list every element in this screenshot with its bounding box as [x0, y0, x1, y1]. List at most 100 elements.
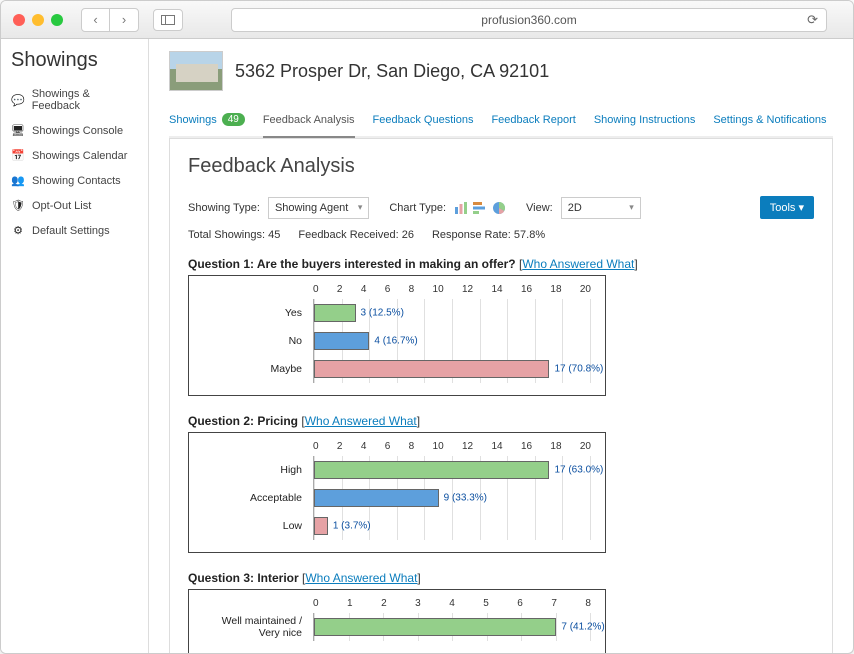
property-photo — [169, 51, 223, 91]
feedback-received: Feedback Received: 26 — [298, 229, 414, 241]
stats-row: Total Showings: 45 Feedback Received: 26… — [188, 229, 814, 241]
bar-value-label: 17 (63.0%) — [554, 465, 603, 476]
sidebar-item-opt-out-list[interactable]: 🛡 Opt-Out List — [1, 193, 148, 218]
bar-category-label: Yes — [204, 307, 308, 319]
desktop-icon: 🖥 — [11, 124, 25, 137]
chart-box: 02468101214161820Yes3 (12.5%)No4 (16.7%)… — [188, 275, 606, 396]
bar-category-label: Acceptable — [204, 492, 308, 504]
back-button[interactable]: ‹ — [82, 9, 110, 31]
bar-area: Yes3 (12.5%)No4 (16.7%)Maybe17 (70.8%) — [313, 299, 591, 383]
tab-settings-notifications[interactable]: Settings & Notifications — [713, 105, 826, 138]
sidebar-item-showings-calendar[interactable]: 📅 Showings Calendar — [1, 143, 148, 168]
refresh-icon[interactable]: ⟳ — [807, 12, 818, 28]
sidebar-item-label: Default Settings — [32, 225, 110, 237]
bar: 7 (41.2%) — [314, 618, 556, 636]
app-body: Showings 💬Showings & Feedback 🖥 Showings C… — [1, 39, 853, 653]
bar-row: Well maintained / Very nice7 (41.2%) — [314, 613, 591, 641]
x-axis-labels: 012345678 — [313, 598, 591, 609]
bar-row: Yes3 (12.5%) — [314, 299, 591, 327]
browser-window: ‹ › profusion360.com ⟳ Showings 💬Showing… — [0, 0, 854, 654]
nav-buttons: ‹ › — [81, 8, 139, 32]
tab-feedback-report[interactable]: Feedback Report — [491, 105, 575, 138]
tab-bar: Showings 49 Feedback Analysis Feedback Ques… — [169, 105, 833, 138]
minimize-window-icon[interactable] — [32, 14, 44, 26]
showing-type-select[interactable]: Showing Agent — [268, 197, 369, 219]
bar: 17 (70.8%) — [314, 360, 549, 378]
bar-value-label: 1 (3.7%) — [333, 521, 371, 532]
x-axis-labels: 02468101214161820 — [313, 284, 591, 295]
question-block-3: Question 3: Interior [Who Answered What]… — [188, 571, 814, 653]
tab-feedback-questions[interactable]: Feedback Questions — [373, 105, 474, 138]
shield-icon: 🛡 — [11, 199, 25, 212]
tab-feedback-analysis[interactable]: Feedback Analysis — [263, 105, 355, 138]
sidebar-title: Showings — [1, 49, 148, 82]
bar-category-label: High — [204, 464, 308, 476]
sidebar-item-label: Opt-Out List — [32, 200, 91, 212]
gear-icon: ⚙ — [11, 224, 25, 237]
url-text: profusion360.com — [481, 13, 576, 27]
sidebar-item-label: Showings Console — [32, 125, 123, 137]
question-block-2: Question 2: Pricing [Who Answered What] 0… — [188, 414, 814, 553]
close-window-icon[interactable] — [13, 14, 25, 26]
sidebar-item-default-settings[interactable]: ⚙ Default Settings — [1, 218, 148, 243]
tools-button[interactable]: Tools ▾ — [760, 196, 814, 219]
bar: 1 (3.7%) — [314, 517, 328, 535]
view-select[interactable]: 2D — [561, 197, 641, 219]
bar: 4 (16.7%) — [314, 332, 369, 350]
bar-category-label: Maybe — [204, 363, 308, 375]
url-bar[interactable]: profusion360.com ⟳ — [231, 8, 827, 32]
bar-value-label: 9 (33.3%) — [444, 493, 487, 504]
bar-row: High17 (63.0%) — [314, 456, 591, 484]
tab-showings[interactable]: Showings 49 — [169, 105, 245, 138]
who-answered-link[interactable]: Who Answered What — [305, 414, 417, 428]
sidebar-item-label: Showing Contacts — [32, 175, 121, 187]
bar-category-label: Low — [204, 520, 308, 532]
sidebar-item-label: Showings & Feedback — [32, 88, 138, 112]
sidebar-item-showing-contacts[interactable]: 👥 Showing Contacts — [1, 168, 148, 193]
bar-row: No4 (16.7%) — [314, 327, 591, 355]
chart-type-icons — [454, 201, 506, 215]
tab-badge: 49 — [222, 113, 245, 126]
bar: 3 (12.5%) — [314, 304, 356, 322]
who-answered-link[interactable]: Who Answered What — [305, 571, 417, 585]
bar-category-label: Well maintained / Very nice — [204, 615, 308, 639]
sidebar-item-label: Showings Calendar — [32, 150, 127, 162]
calendar-icon: 📅 — [11, 149, 25, 162]
tab-showing-instructions[interactable]: Showing Instructions — [594, 105, 696, 138]
sidebar-item-showings-feedback[interactable]: 💬Showings & Feedback — [1, 82, 148, 118]
bar-value-label: 7 (41.2%) — [561, 622, 604, 633]
sidebar-toggle-button[interactable] — [153, 9, 183, 31]
bar-chart-icon[interactable] — [454, 201, 468, 215]
tab-label: Showings — [169, 114, 217, 126]
bar-row: Maybe17 (70.8%) — [314, 355, 591, 383]
response-rate: Response Rate: 57.8% — [432, 229, 545, 241]
tab-label: Feedback Analysis — [263, 114, 355, 126]
controls-row: Showing Type: Showing Agent Chart Type: … — [188, 196, 814, 219]
chart-box: 02468101214161820High17 (63.0%)Acceptabl… — [188, 432, 606, 553]
bar-value-label: 17 (70.8%) — [554, 364, 603, 375]
tab-label: Showing Instructions — [594, 114, 696, 126]
bar-value-label: 4 (16.7%) — [374, 336, 417, 347]
traffic-lights — [13, 14, 63, 26]
pie-chart-icon[interactable] — [492, 201, 506, 215]
forward-button[interactable]: › — [110, 9, 138, 31]
who-answered-link[interactable]: Who Answered What — [522, 257, 634, 271]
bar-area: Well maintained / Very nice7 (41.2%) — [313, 613, 591, 641]
main-content: 5362 Prosper Dr, San Diego, CA 92101 Sho… — [149, 39, 853, 653]
question-title: Question 2: Pricing [Who Answered What] — [188, 414, 814, 428]
users-icon: 👥 — [11, 174, 25, 187]
sidebar-item-showings-console[interactable]: 🖥 Showings Console — [1, 118, 148, 143]
bar-row: Acceptable9 (33.3%) — [314, 484, 591, 512]
bar-category-label: No — [204, 335, 308, 347]
bar-area: High17 (63.0%)Acceptable9 (33.3%)Low1 (3… — [313, 456, 591, 540]
tab-label: Feedback Questions — [373, 114, 474, 126]
bar-row: Low1 (3.7%) — [314, 512, 591, 540]
sidebar: Showings 💬Showings & Feedback 🖥 Showings C… — [1, 39, 149, 653]
column-chart-icon[interactable] — [473, 201, 487, 215]
maximize-window-icon[interactable] — [51, 14, 63, 26]
x-axis-labels: 02468101214161820 — [313, 441, 591, 452]
property-address: 5362 Prosper Dr, San Diego, CA 92101 — [235, 61, 549, 82]
total-showings: Total Showings: 45 — [188, 229, 280, 241]
bar-value-label: 3 (12.5%) — [361, 308, 404, 319]
bar: 9 (33.3%) — [314, 489, 439, 507]
